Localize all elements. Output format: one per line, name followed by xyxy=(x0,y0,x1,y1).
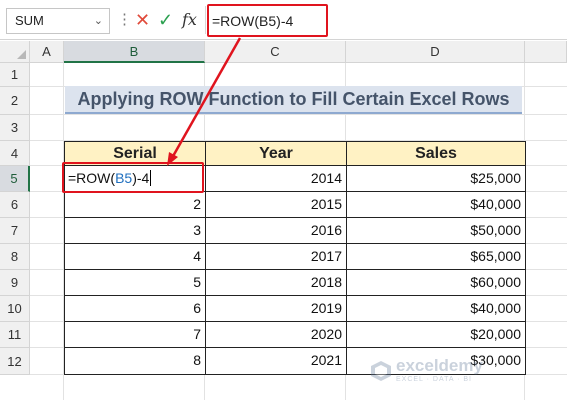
arrow-shaft xyxy=(170,37,242,159)
active-cell-highlight-box xyxy=(62,162,204,193)
exceldemy-logo-icon xyxy=(371,361,391,381)
watermark-tagline: EXCEL · DATA · BI xyxy=(396,376,472,383)
formula-highlight-box xyxy=(207,4,328,37)
watermark-name: exceldemy xyxy=(396,356,483,375)
callout-arrow xyxy=(167,37,242,166)
watermark-logo: exceldemy EXCEL · DATA · BI xyxy=(370,354,510,390)
